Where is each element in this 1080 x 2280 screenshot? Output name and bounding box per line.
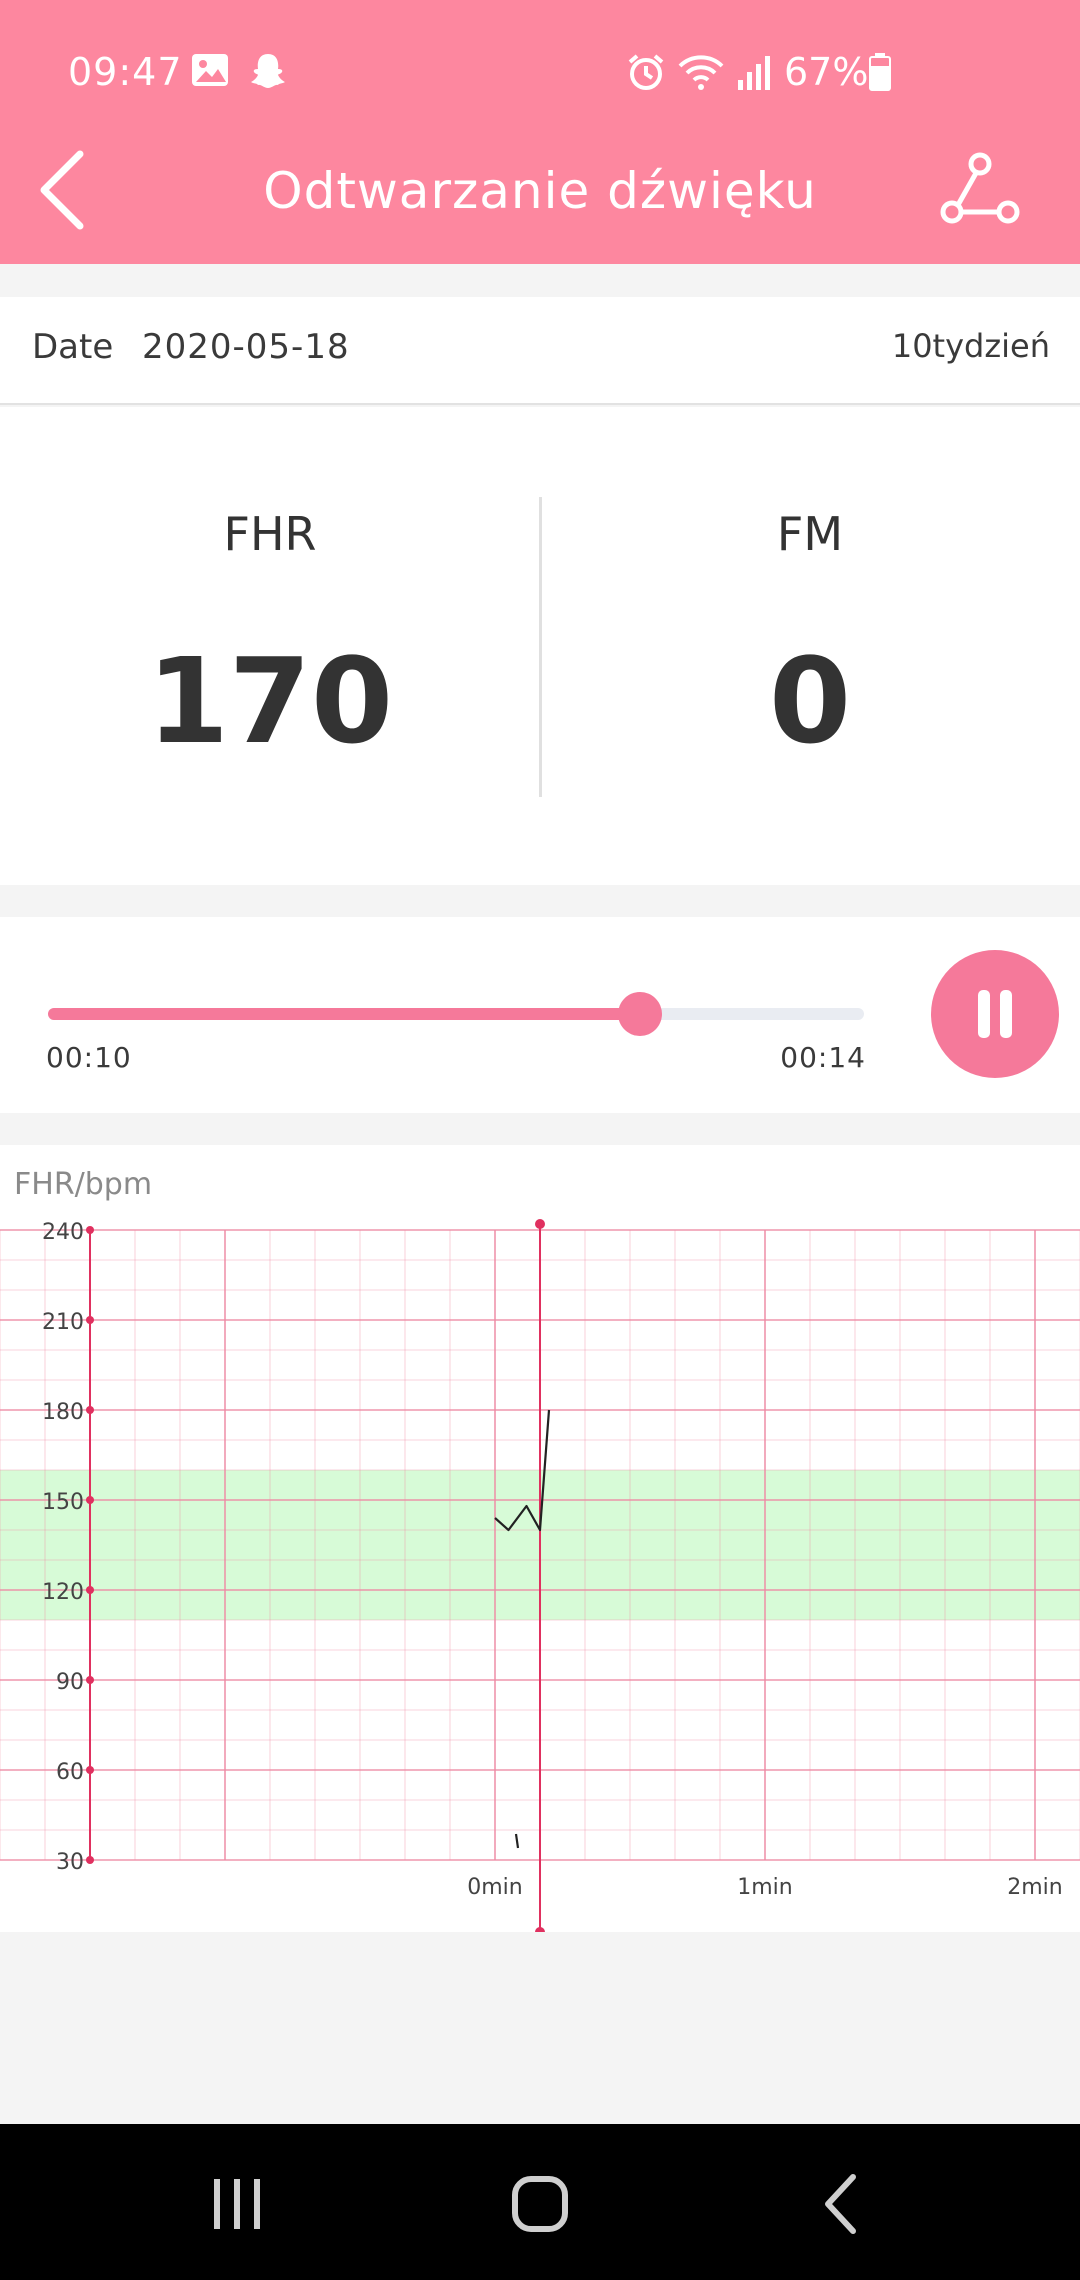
y-tick-dot — [86, 1586, 94, 1594]
fhr-label: FHR — [223, 507, 317, 561]
fhr-stat: FHR 170 — [0, 407, 540, 885]
y-tick-label: 150 — [42, 1490, 84, 1515]
fm-value: 0 — [768, 632, 852, 770]
y-tick-dot — [86, 1226, 94, 1234]
alarm-icon — [628, 54, 664, 90]
date-value: 2020-05-18 — [142, 327, 350, 367]
progress-thumb[interactable] — [617, 992, 662, 1036]
fhr-chart-card: 240 210 180 150 120 90 60 30 0min 1min 2min FHR/bp… — [0, 1145, 1080, 1932]
y-tick-label: 90 — [56, 1670, 84, 1695]
pause-button[interactable] — [931, 950, 1059, 1078]
snapchat-icon — [251, 54, 285, 88]
y-tick-label: 30 — [56, 1850, 84, 1875]
playback-cursor-bottom — [535, 1927, 545, 1932]
image-icon — [192, 54, 228, 86]
pregnancy-week: 10tydzień — [891, 327, 1050, 365]
back-arrow-icon[interactable] — [30, 140, 100, 240]
fhr-value: 170 — [146, 632, 394, 770]
y-tick-dot — [86, 1496, 94, 1504]
player-card: 00:10 00:14 — [0, 917, 1080, 1113]
x-tick-label: 1min — [737, 1875, 792, 1900]
playback-cursor-top — [535, 1219, 545, 1229]
y-tick-label: 120 — [42, 1580, 84, 1605]
date-row: Date 2020-05-18 10tydzień — [0, 297, 1080, 405]
x-tick-label: 0min — [467, 1875, 522, 1900]
status-bar: 09:47 67% — [0, 30, 1080, 114]
fm-label: FM — [776, 507, 844, 561]
fm-stat: FM 0 — [540, 407, 1080, 885]
y-tick-dot — [86, 1316, 94, 1324]
battery-icon — [869, 53, 891, 91]
y-tick-label: 210 — [42, 1310, 84, 1335]
fhr-chart: 240 210 180 150 120 90 60 30 0min 1min 2min — [0, 1219, 1080, 1932]
y-tick-dot — [86, 1856, 94, 1864]
pause-icon — [978, 990, 990, 1038]
signal-icon — [738, 56, 770, 90]
chart-y-axis-label: FHR/bpm — [14, 1167, 153, 1202]
stats-card: FHR 170 FM 0 — [0, 407, 1080, 885]
y-tick-label: 60 — [56, 1760, 84, 1785]
battery-percent: 67% — [784, 50, 869, 94]
total-time: 00:14 — [780, 1041, 866, 1074]
y-tick-label: 180 — [42, 1400, 84, 1425]
recent-apps-icon[interactable] — [192, 2159, 282, 2249]
progress-fill — [48, 1008, 640, 1020]
fm-mark — [514, 1833, 520, 1849]
system-nav-bar — [0, 2124, 1080, 2280]
pause-icon — [1000, 990, 1012, 1038]
home-icon[interactable] — [495, 2159, 585, 2249]
back-icon[interactable] — [798, 2159, 888, 2249]
y-tick-dot — [86, 1766, 94, 1774]
page-title: Odtwarzanie dźwięku — [263, 162, 817, 220]
y-tick-dot — [86, 1406, 94, 1414]
y-tick-dot — [86, 1676, 94, 1684]
wifi-icon — [678, 55, 724, 90]
y-tick-label: 240 — [42, 1220, 84, 1245]
app-bar: 09:47 67% Odtwarzanie dźwięku — [0, 0, 1080, 264]
share-icon[interactable] — [940, 150, 1020, 230]
status-time: 09:47 — [68, 50, 183, 94]
date-label: Date — [32, 327, 114, 367]
current-time: 00:10 — [46, 1041, 132, 1074]
x-tick-label: 2min — [1007, 1875, 1062, 1900]
